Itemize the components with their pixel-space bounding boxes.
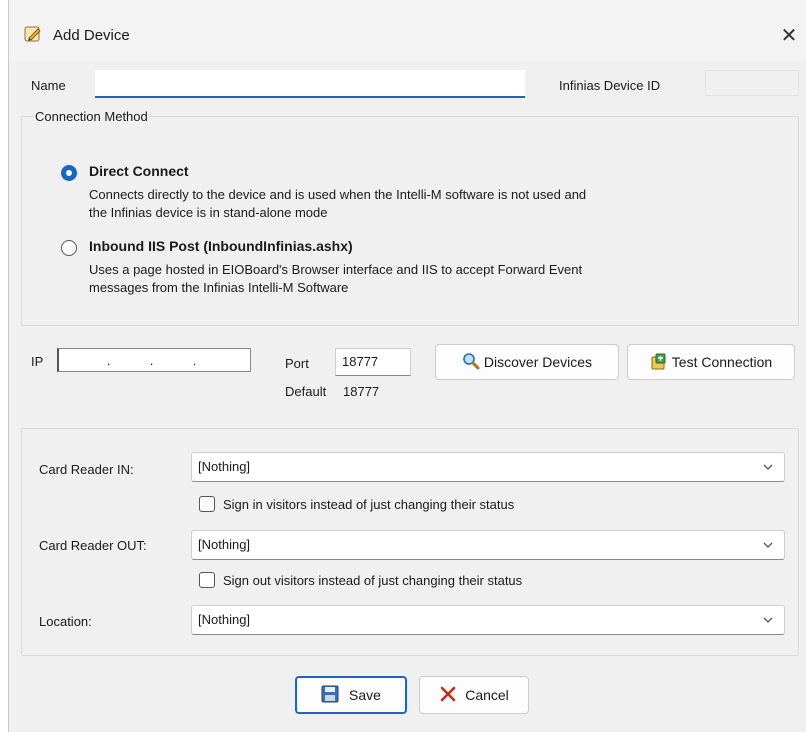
red-x-icon bbox=[439, 685, 457, 706]
floppy-disk-icon bbox=[321, 685, 339, 706]
device-id-label: Infinias Device ID bbox=[559, 78, 661, 93]
inbound-iis-radio[interactable] bbox=[61, 240, 77, 256]
name-label: Name bbox=[31, 78, 66, 93]
discover-devices-label: Discover Devices bbox=[483, 354, 593, 370]
location-select[interactable]: [Nothing] bbox=[191, 605, 785, 635]
direct-connect-title: Direct Connect bbox=[89, 163, 189, 179]
chevron-down-icon bbox=[763, 617, 773, 623]
default-port-value: 18777 bbox=[343, 384, 380, 399]
sign-in-visitors-checkbox[interactable] bbox=[199, 496, 215, 512]
direct-connect-radio[interactable] bbox=[61, 165, 77, 181]
ip-dot: . bbox=[106, 352, 111, 368]
close-icon[interactable]: ✕ bbox=[777, 24, 801, 47]
card-reader-in-select[interactable]: [Nothing] bbox=[191, 452, 785, 482]
card-reader-in-value: [Nothing] bbox=[198, 459, 251, 474]
sign-in-visitors-label: Sign in visitors instead of just changin… bbox=[223, 497, 515, 512]
location-value: [Nothing] bbox=[198, 612, 251, 627]
default-label: Default bbox=[285, 384, 327, 399]
connection-method-label: Connection Method bbox=[33, 109, 150, 124]
ip-dot: . bbox=[149, 352, 154, 368]
card-reader-in-label: Card Reader IN: bbox=[39, 462, 134, 477]
test-connection-button[interactable]: Test Connection bbox=[627, 344, 795, 380]
card-reader-out-value: [Nothing] bbox=[198, 537, 251, 552]
save-button[interactable]: Save bbox=[295, 676, 407, 714]
name-input[interactable] bbox=[95, 70, 525, 98]
card-reader-out-label: Card Reader OUT: bbox=[39, 538, 147, 553]
inbound-iis-title: Inbound IIS Post (InboundInfinias.ashx) bbox=[89, 238, 353, 254]
card-reader-out-select[interactable]: [Nothing] bbox=[191, 530, 785, 560]
pencil-note-icon bbox=[23, 24, 43, 44]
ip-address-input[interactable]: . . . bbox=[57, 348, 251, 372]
port-input[interactable]: 18777 bbox=[335, 348, 411, 376]
sign-out-visitors-checkbox[interactable] bbox=[199, 572, 215, 588]
chevron-down-icon bbox=[763, 542, 773, 548]
magnifier-icon bbox=[462, 352, 480, 373]
plug-icon bbox=[650, 352, 668, 373]
cancel-label: Cancel bbox=[465, 687, 509, 703]
port-label: Port bbox=[285, 356, 309, 371]
window-title: Add Device bbox=[53, 27, 130, 44]
device-id-field[interactable] bbox=[705, 70, 799, 96]
ip-label: IP bbox=[31, 354, 44, 369]
save-label: Save bbox=[349, 687, 381, 703]
add-device-dialog: Add Device ✕ Name Infinias Device ID Con… bbox=[8, 0, 806, 732]
cancel-button[interactable]: Cancel bbox=[419, 676, 529, 714]
inbound-iis-description: Uses a page hosted in EIOBoard's Browser… bbox=[89, 262, 583, 295]
location-label: Location: bbox=[39, 614, 92, 629]
sign-out-visitors-label: Sign out visitors instead of just changi… bbox=[223, 573, 523, 588]
chevron-down-icon bbox=[763, 464, 773, 470]
test-connection-label: Test Connection bbox=[671, 354, 773, 370]
discover-devices-button[interactable]: Discover Devices bbox=[435, 344, 619, 380]
title-bar: Add Device ✕ bbox=[9, 0, 806, 62]
ip-dot: . bbox=[192, 352, 197, 368]
direct-connect-description: Connects directly to the device and is u… bbox=[89, 187, 587, 220]
